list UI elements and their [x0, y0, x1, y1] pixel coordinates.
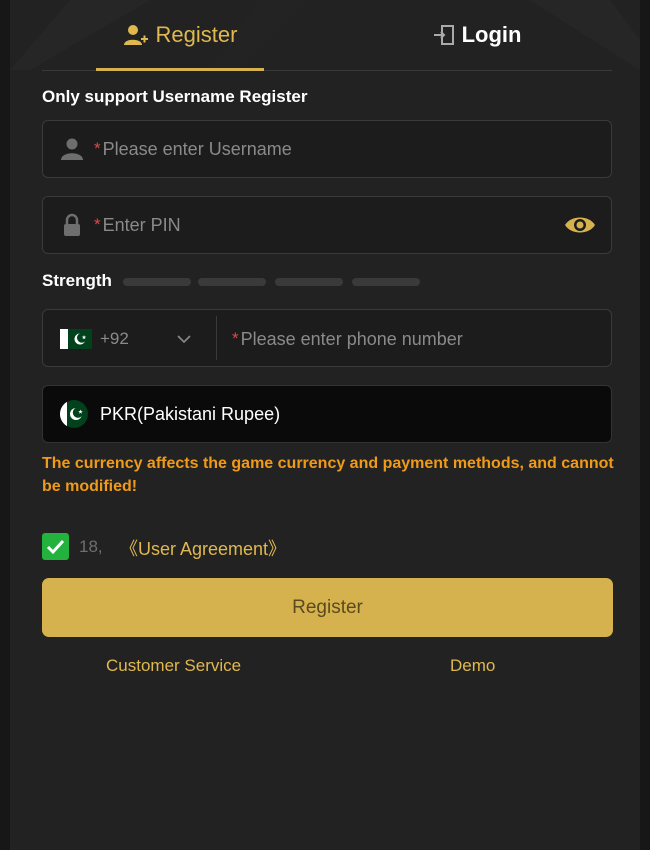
phone-field: +92 * Please enter phone number	[42, 309, 612, 367]
phone-placeholder-text: Please enter phone number	[240, 329, 463, 349]
strength-bar-1	[123, 278, 191, 286]
pin-placeholder: * Enter PIN	[94, 215, 181, 236]
strength-bar-3	[275, 278, 343, 286]
strength-bar-4	[352, 278, 420, 286]
register-button[interactable]: Register	[42, 578, 613, 637]
user-icon	[61, 138, 83, 160]
pakistan-flag-icon	[60, 400, 88, 428]
pakistan-flag-icon	[60, 329, 92, 349]
age-text: 18,	[79, 537, 103, 556]
username-placeholder-text: Please enter Username	[102, 139, 292, 159]
active-tab-indicator	[96, 68, 264, 71]
chevron-down-icon	[177, 335, 191, 344]
pin-placeholder-text: Enter PIN	[102, 215, 181, 235]
username-field[interactable]: * Please enter Username	[42, 120, 612, 178]
phone-input[interactable]: * Please enter phone number	[232, 329, 463, 350]
country-code-select[interactable]: +92	[43, 310, 216, 366]
login-door-icon	[433, 25, 454, 45]
pin-field[interactable]: * Enter PIN	[42, 196, 612, 254]
user-plus-icon	[123, 25, 148, 45]
required-mark: *	[94, 139, 101, 158]
divider	[216, 316, 217, 360]
tab-register-label: Register	[155, 22, 238, 47]
required-mark: *	[232, 329, 239, 348]
auth-tabs: Register Login	[42, 0, 612, 71]
strength-label: Strength	[42, 271, 112, 290]
username-placeholder: * Please enter Username	[94, 139, 292, 160]
agreement-checkbox[interactable]	[42, 533, 69, 560]
currency-select[interactable]: PKR(Pakistani Rupee)	[42, 385, 612, 443]
tab-login-label: Login	[461, 22, 522, 47]
section-title: Only support Username Register	[42, 87, 308, 106]
lock-icon	[64, 213, 80, 236]
checkmark-icon	[46, 539, 65, 555]
register-panel: Register Login Only support Username Reg…	[10, 0, 640, 850]
strength-bar-2	[198, 278, 266, 286]
currency-label: PKR(Pakistani Rupee)	[100, 404, 281, 424]
currency-warning: The currency affects the game currency a…	[42, 455, 614, 495]
eye-icon[interactable]	[564, 213, 596, 237]
country-code: +92	[100, 329, 129, 348]
customer-service-link[interactable]: Customer Service	[106, 656, 241, 676]
tab-register[interactable]: Register	[96, 0, 264, 70]
demo-link[interactable]: Demo	[450, 656, 495, 676]
required-mark: *	[94, 215, 101, 234]
user-agreement-link[interactable]: 《User Agreement》	[120, 535, 286, 561]
tab-login[interactable]: Login	[402, 0, 552, 70]
